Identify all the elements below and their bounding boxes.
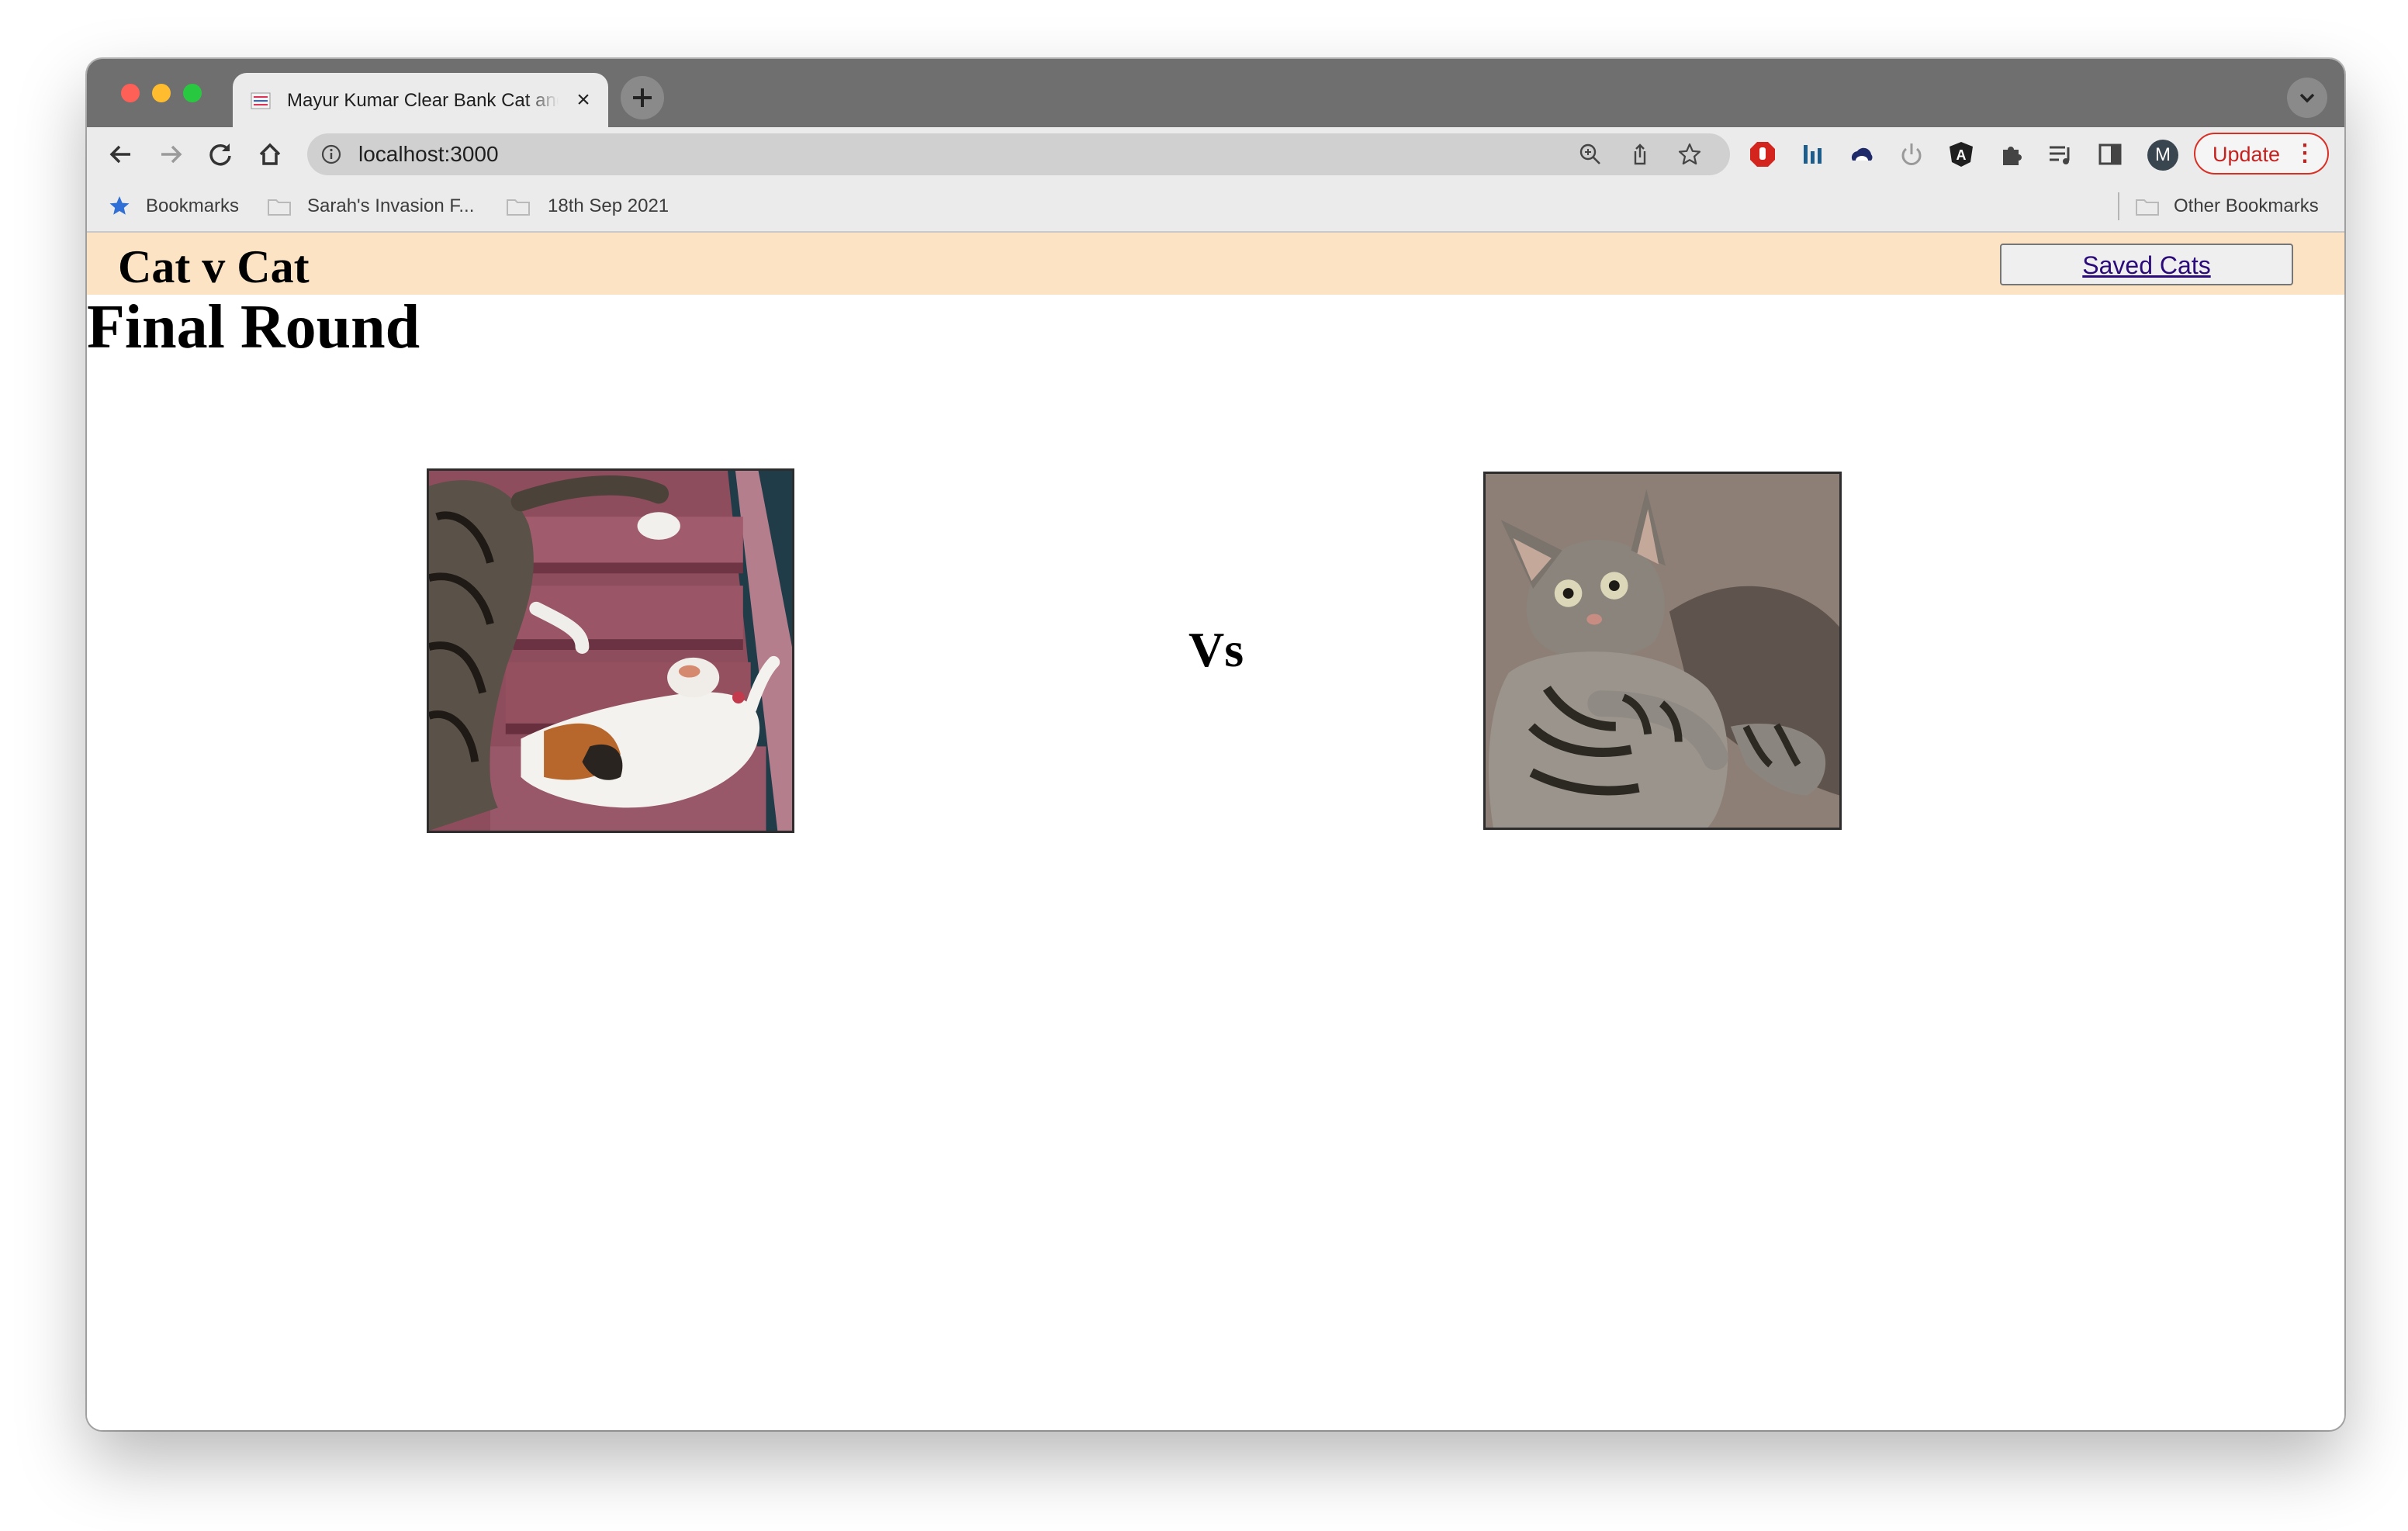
maximize-window-button[interactable]: [183, 84, 202, 102]
side-panel-icon[interactable]: [2096, 140, 2124, 168]
plus-icon: [633, 88, 652, 107]
back-icon[interactable]: [102, 136, 140, 173]
svg-text:A: A: [1956, 147, 1967, 163]
profile-avatar[interactable]: M: [2147, 140, 2178, 171]
reading-list-icon[interactable]: [2046, 140, 2074, 168]
minimize-window-button[interactable]: [152, 84, 171, 102]
site-info-icon[interactable]: [321, 144, 341, 164]
close-window-button[interactable]: [121, 84, 140, 102]
cloud-extension-icon[interactable]: [1848, 140, 1876, 168]
stats-extension-icon[interactable]: [1798, 140, 1826, 168]
new-tab-button[interactable]: [621, 76, 664, 119]
address-bar[interactable]: localhost:3000: [307, 133, 1730, 175]
tab-strip: Mayur Kumar Clear Bank Cat and Dog App ×: [87, 59, 2344, 127]
tab-active[interactable]: Mayur Kumar Clear Bank Cat and Dog App ×: [233, 73, 608, 127]
tab-search-button[interactable]: [2287, 78, 2327, 118]
folder-icon: [268, 199, 291, 216]
adblock-extension-icon[interactable]: [1749, 140, 1777, 168]
bookmark-folder-sep-2021[interactable]: 18th Sep 2021: [548, 194, 669, 219]
tab-title: Mayur Kumar Clear Bank Cat and Dog App: [287, 90, 559, 111]
reload-icon[interactable]: [202, 136, 239, 173]
versus-label: Vs: [1188, 622, 1244, 677]
menu-dots-icon[interactable]: ⋮: [2293, 140, 2316, 167]
zoom-icon[interactable]: [1578, 142, 1603, 167]
folder-icon: [2136, 199, 2159, 216]
app-header: Cat v Cat Saved Cats: [87, 233, 2344, 295]
update-label: Update: [2213, 143, 2281, 166]
saved-cats-link[interactable]: Saved Cats: [2006, 246, 2287, 285]
browser-toolbar: localhost:3000 A M Update ⋮: [87, 127, 2344, 181]
power-extension-icon[interactable]: [1898, 140, 1925, 168]
chevron-down-icon: [2299, 93, 2315, 103]
browser-window: Mayur Kumar Clear Bank Cat and Dog App ×: [87, 59, 2344, 1430]
share-icon[interactable]: [1628, 142, 1652, 167]
bookmarks-bar: Bookmarks Sarah's Invasion F... 18th Sep…: [87, 181, 2344, 233]
cats-on-stairs-image: [429, 471, 792, 831]
star-icon: [109, 196, 130, 215]
url-text[interactable]: localhost:3000: [358, 141, 499, 168]
folder-icon: [507, 199, 530, 216]
update-button[interactable]: Update ⋮: [2194, 133, 2329, 175]
bookmark-folder-sarah[interactable]: Sarah's Invasion F...: [307, 194, 474, 219]
cat-image-left[interactable]: [427, 468, 794, 833]
round-title: Final Round: [87, 293, 420, 361]
app-title: Cat v Cat: [118, 241, 310, 292]
home-icon[interactable]: [251, 136, 289, 173]
saved-cats-button[interactable]: Saved Cats: [2000, 244, 2293, 285]
angular-extension-icon[interactable]: A: [1947, 140, 1975, 168]
bookmark-bookmarks[interactable]: Bookmarks: [146, 194, 239, 219]
other-bookmarks[interactable]: Other Bookmarks: [2174, 194, 2319, 219]
tab-close-icon[interactable]: ×: [571, 88, 596, 113]
bookmarks-divider: [2118, 192, 2119, 220]
extensions-puzzle-icon[interactable]: [1997, 140, 2025, 168]
site-favicon-icon: [251, 92, 271, 109]
bookmark-star-icon[interactable]: [1677, 142, 1702, 167]
surprised-tabby-image: [1486, 474, 1839, 828]
page-content: Cat v Cat Saved Cats Final Round Vs: [87, 233, 2344, 1430]
cat-image-right[interactable]: [1483, 472, 1842, 830]
forward-icon[interactable]: [152, 136, 189, 173]
